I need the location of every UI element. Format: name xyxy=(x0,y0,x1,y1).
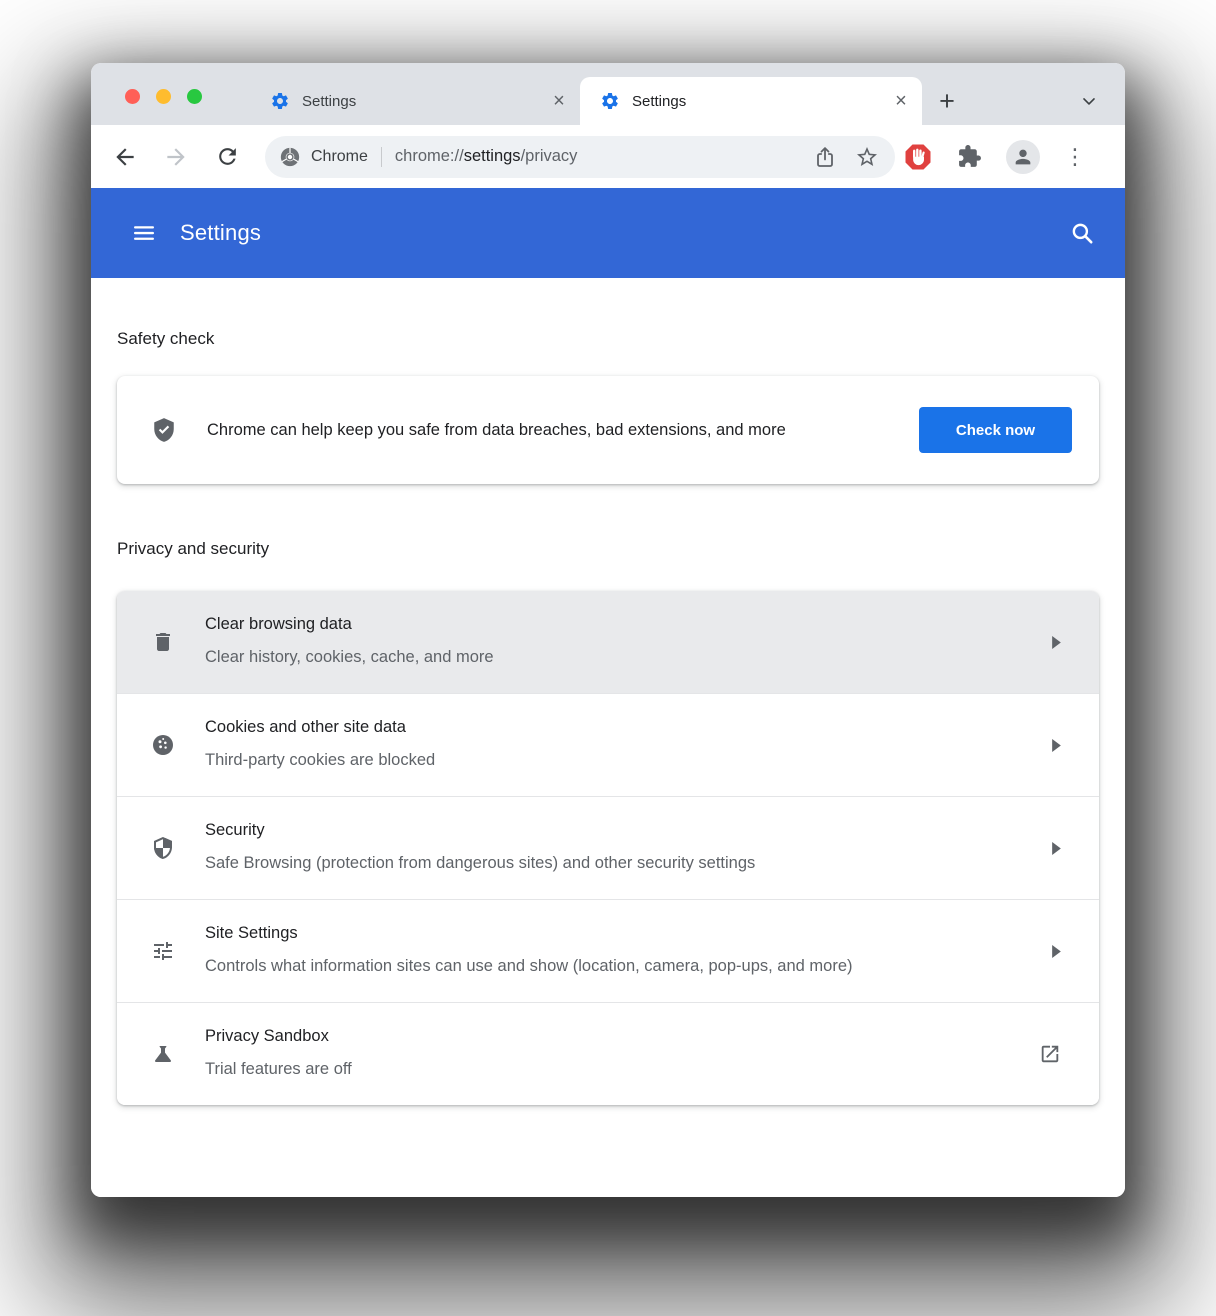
site-label: Chrome xyxy=(311,148,368,166)
row-title: Privacy Sandbox xyxy=(205,1024,352,1048)
row-subtitle: Controls what information sites can use … xyxy=(205,951,853,981)
adblock-hand-icon xyxy=(903,142,933,172)
row-privacy-sandbox[interactable]: Privacy Sandbox Trial features are off xyxy=(117,1002,1099,1105)
close-tab-icon[interactable]: × xyxy=(548,90,570,112)
arrow-forward-icon xyxy=(163,144,189,170)
cookie-icon xyxy=(151,733,175,757)
row-cookies[interactable]: Cookies and other site data Third-party … xyxy=(117,693,1099,796)
tune-icon xyxy=(151,939,175,963)
row-subtitle: Third-party cookies are blocked xyxy=(205,745,435,775)
row-subtitle: Safe Browsing (protection from dangerous… xyxy=(205,848,755,878)
extensions-button[interactable] xyxy=(957,144,982,169)
tab-label: Settings xyxy=(632,93,890,110)
external-link-icon xyxy=(1039,1043,1061,1065)
url-text: chrome://settings/privacy xyxy=(395,147,578,166)
forward-button[interactable] xyxy=(161,142,191,172)
row-security[interactable]: Security Safe Browsing (protection from … xyxy=(117,796,1099,899)
omnibox-separator xyxy=(381,147,382,167)
window-controls xyxy=(125,89,202,104)
page-title: Settings xyxy=(180,220,261,246)
privacy-settings-card: Clear browsing data Clear history, cooki… xyxy=(117,591,1099,1105)
browser-menu-button[interactable]: ⋮ xyxy=(1064,147,1086,167)
reload-button[interactable] xyxy=(212,142,242,172)
tab-strip: Settings × Settings × + xyxy=(91,63,1125,125)
section-title-safety-check: Safety check xyxy=(117,278,1099,350)
browser-window: Settings × Settings × + xyxy=(91,63,1125,1197)
close-window-button[interactable] xyxy=(125,89,140,104)
chevron-right-icon xyxy=(1052,945,1061,958)
toolbar-right-cluster: ⋮ xyxy=(903,140,1086,174)
chevron-right-icon xyxy=(1052,636,1061,649)
settings-gear-favicon-icon xyxy=(600,91,620,111)
row-title: Clear browsing data xyxy=(205,612,494,636)
tab-search-button[interactable] xyxy=(1079,91,1099,111)
safety-check-card: Chrome can help keep you safe from data … xyxy=(117,376,1099,484)
settings-content: Safety check Chrome can help keep you sa… xyxy=(91,278,1125,1197)
trash-icon xyxy=(151,630,175,654)
search-icon xyxy=(1069,220,1095,246)
profile-button[interactable] xyxy=(1006,140,1040,174)
tab-settings-background[interactable]: Settings × xyxy=(250,77,580,125)
settings-search-button[interactable] xyxy=(1069,220,1095,246)
back-button[interactable] xyxy=(110,142,140,172)
section-title-privacy: Privacy and security xyxy=(117,484,1099,560)
address-bar[interactable]: Chrome chrome://settings/privacy xyxy=(265,136,895,178)
browser-toolbar: Chrome chrome://settings/privacy xyxy=(91,125,1125,188)
adblock-extension-button[interactable] xyxy=(903,142,933,172)
settings-gear-favicon-icon xyxy=(270,91,290,111)
share-icon xyxy=(813,145,837,169)
row-clear-browsing-data[interactable]: Clear browsing data Clear history, cooki… xyxy=(117,591,1099,693)
minimize-window-button[interactable] xyxy=(156,89,171,104)
settings-header: Settings xyxy=(91,188,1125,278)
safety-check-description: Chrome can help keep you safe from data … xyxy=(207,415,786,445)
person-icon xyxy=(1012,146,1034,168)
tab-settings-active[interactable]: Settings × xyxy=(580,77,922,125)
check-now-button[interactable]: Check now xyxy=(919,407,1072,453)
bookmark-button[interactable] xyxy=(855,145,879,169)
star-icon xyxy=(855,145,879,169)
row-title: Security xyxy=(205,818,755,842)
row-title: Site Settings xyxy=(205,921,853,945)
hamburger-menu-icon xyxy=(132,221,156,245)
share-button[interactable] xyxy=(813,145,837,169)
tabs-row: Settings × Settings × + xyxy=(250,77,1125,125)
shield-check-icon xyxy=(151,417,177,443)
puzzle-piece-icon xyxy=(957,144,982,169)
flask-icon xyxy=(151,1042,175,1066)
arrow-back-icon xyxy=(112,144,138,170)
row-subtitle: Trial features are off xyxy=(205,1054,352,1084)
close-tab-icon[interactable]: × xyxy=(890,90,912,112)
row-title: Cookies and other site data xyxy=(205,715,435,739)
chevron-down-icon xyxy=(1079,91,1099,111)
chrome-logo-icon xyxy=(279,146,301,168)
security-shield-icon xyxy=(151,836,175,860)
new-tab-button[interactable]: + xyxy=(922,77,972,125)
plus-icon: + xyxy=(939,86,955,117)
chevron-right-icon xyxy=(1052,842,1061,855)
tab-label: Settings xyxy=(302,93,548,110)
zoom-window-button[interactable] xyxy=(187,89,202,104)
main-menu-button[interactable] xyxy=(132,221,156,245)
reload-icon xyxy=(215,144,240,169)
chevron-right-icon xyxy=(1052,739,1061,752)
row-site-settings[interactable]: Site Settings Controls what information … xyxy=(117,899,1099,1002)
row-subtitle: Clear history, cookies, cache, and more xyxy=(205,642,494,672)
